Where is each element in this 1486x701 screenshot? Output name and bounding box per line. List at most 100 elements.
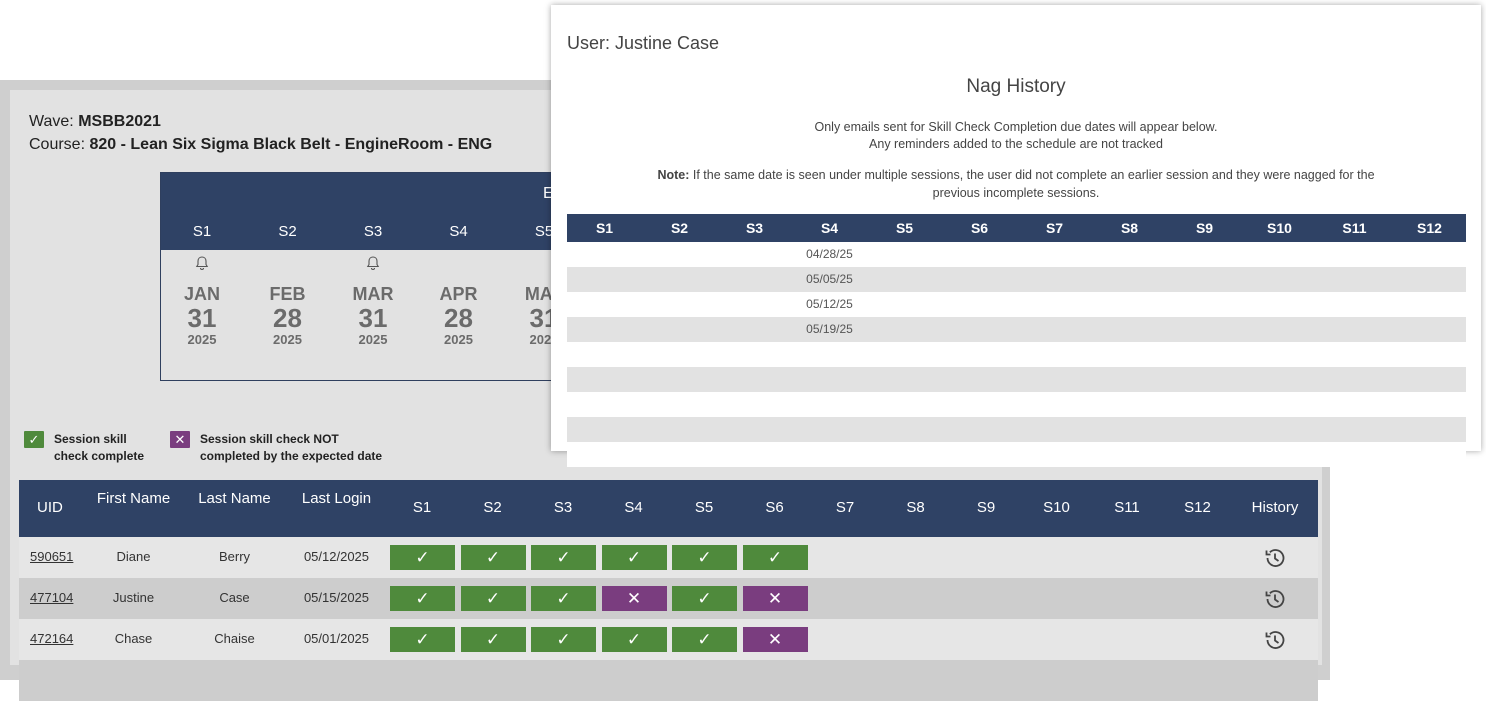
modal-note-continued: previous incomplete sessions. bbox=[932, 186, 1100, 200]
skill-check-complete[interactable]: ✓ bbox=[460, 545, 526, 570]
legend-not-complete-text: Session skill check NOT completed by the… bbox=[200, 432, 383, 463]
skill-check-complete[interactable]: ✓ bbox=[672, 545, 737, 570]
header-first-name[interactable]: First Name bbox=[96, 490, 171, 508]
calendar-year: 2025 bbox=[273, 332, 302, 347]
first-name: Chase bbox=[114, 631, 153, 646]
check-icon: ✓ bbox=[626, 630, 642, 649]
skill-check-complete[interactable]: ✓ bbox=[531, 545, 596, 570]
calendar-day: 28 bbox=[273, 303, 302, 333]
nag-row: 04/28/25 bbox=[567, 242, 1466, 267]
history-icon bbox=[1262, 549, 1288, 575]
nag-header-s3: S3 bbox=[745, 220, 764, 236]
modal-user: User: Justine Case bbox=[567, 33, 720, 53]
nag-row bbox=[567, 342, 1466, 367]
skill-check-complete[interactable]: ✓ bbox=[742, 545, 808, 570]
check-icon: ✓ bbox=[415, 630, 430, 649]
last-login: 05/15/2025 bbox=[303, 590, 370, 605]
calendar-session-s4: S4 bbox=[449, 223, 468, 240]
skill-check-complete[interactable]: ✓ bbox=[601, 545, 667, 570]
skill-check-complete[interactable]: ✓ bbox=[672, 586, 737, 611]
check-icon: ✓ bbox=[415, 589, 430, 608]
header-history: History bbox=[1251, 499, 1299, 516]
modal-title: Nag History bbox=[966, 76, 1066, 97]
skill-check-complete[interactable]: ✓ bbox=[531, 627, 596, 652]
skill-check-complete[interactable]: ✓ bbox=[601, 627, 667, 652]
header-session-s8[interactable]: S8 bbox=[881, 499, 951, 517]
skill-check-missed[interactable]: ✕ bbox=[601, 586, 667, 611]
course-line: Course: 820 - Lean Six Sigma Black Belt … bbox=[29, 136, 492, 154]
header-session-s2[interactable]: S2 bbox=[458, 499, 528, 517]
calendar-year: 2025 bbox=[358, 332, 388, 347]
nag-header-s11: S11 bbox=[1342, 220, 1367, 236]
header-uid[interactable]: UID bbox=[37, 499, 63, 517]
skill-check-complete[interactable]: ✓ bbox=[390, 545, 455, 570]
nag-history-modal: User: Justine Case Nag History Only emai… bbox=[551, 5, 1481, 467]
cross-icon: ✕ bbox=[767, 630, 783, 649]
calendar-month: MAR bbox=[352, 284, 394, 304]
uid-link[interactable]: 477104 bbox=[30, 590, 73, 605]
legend-complete-swatch: ✓ bbox=[24, 431, 44, 448]
skill-check-complete[interactable]: ✓ bbox=[531, 586, 596, 611]
calendar-month: JAN bbox=[183, 284, 220, 304]
nag-header-s10: S10 bbox=[1267, 220, 1292, 236]
header-session-s11[interactable]: S11 bbox=[1092, 499, 1162, 517]
history-button[interactable] bbox=[1262, 627, 1288, 653]
bell-icon[interactable] bbox=[333, 255, 413, 275]
check-icon: ✓ bbox=[556, 630, 571, 649]
check-icon: ✓ bbox=[626, 548, 642, 567]
wave-value: MSBB2021 bbox=[78, 113, 161, 130]
nag-row: 05/12/25 bbox=[567, 292, 1466, 317]
modal-info-line-1: Only emails sent for Skill Check Complet… bbox=[814, 120, 1218, 134]
skill-check-complete[interactable]: ✓ bbox=[390, 586, 455, 611]
nag-header-s4: S4 bbox=[820, 220, 839, 236]
nag-table-header: S1 S2 S3 S4 S5 S6 S7 S8 S9 S10 S11 S12 bbox=[567, 214, 1466, 242]
header-session-s4[interactable]: S4 bbox=[599, 499, 669, 517]
nag-header-s6: S6 bbox=[970, 220, 989, 236]
nag-header-s5: S5 bbox=[895, 220, 914, 236]
nag-row bbox=[567, 442, 1466, 467]
nag-date-s4: 05/19/25 bbox=[806, 322, 853, 336]
skill-check-missed[interactable]: ✕ bbox=[742, 627, 808, 652]
header-session-s6[interactable]: S6 bbox=[740, 499, 810, 517]
header-session-s5[interactable]: S5 bbox=[669, 499, 739, 517]
nag-header-s2: S2 bbox=[670, 220, 689, 236]
calendar-day: 31 bbox=[187, 303, 217, 333]
history-icon bbox=[1262, 590, 1288, 616]
check-icon: ✓ bbox=[485, 548, 501, 567]
check-icon: ✓ bbox=[485, 589, 501, 608]
header-last-login[interactable]: Last Login bbox=[299, 490, 374, 508]
modal-note-label: Note: bbox=[657, 168, 690, 182]
calendar-month: FEB bbox=[269, 284, 306, 304]
header-session-s9[interactable]: S9 bbox=[951, 499, 1021, 517]
first-name: Justine bbox=[112, 590, 155, 605]
table-row: 590651 Diane Berry 05/12/2025 ✓ ✓ ✓ ✓ ✓ ✓ bbox=[19, 537, 1318, 578]
skill-check-complete[interactable]: ✓ bbox=[672, 627, 737, 652]
uid-link[interactable]: 472164 bbox=[30, 631, 73, 646]
skill-check-complete[interactable]: ✓ bbox=[390, 627, 455, 652]
skill-check-complete[interactable]: ✓ bbox=[460, 627, 526, 652]
skill-check-missed[interactable]: ✕ bbox=[742, 586, 808, 611]
last-name: Berry bbox=[218, 549, 251, 564]
nag-header-s12: S12 bbox=[1417, 220, 1442, 236]
history-button[interactable] bbox=[1262, 545, 1288, 571]
header-session-s10[interactable]: S10 bbox=[1022, 499, 1092, 517]
nag-row bbox=[567, 392, 1466, 417]
history-button[interactable] bbox=[1262, 586, 1288, 612]
header-last-name[interactable]: Last Name bbox=[197, 490, 272, 508]
header-session-s1[interactable]: S1 bbox=[387, 499, 457, 517]
skill-check-complete[interactable]: ✓ bbox=[460, 586, 526, 611]
uid-link[interactable]: 590651 bbox=[30, 549, 73, 564]
calendar-day: 31 bbox=[358, 303, 388, 333]
legend-complete-text: Session skill check complete bbox=[54, 432, 145, 463]
header-session-s7[interactable]: S7 bbox=[810, 499, 880, 517]
header-session-s3[interactable]: S3 bbox=[528, 499, 598, 517]
nag-row: 05/05/25 bbox=[567, 267, 1466, 292]
header-session-s12[interactable]: S12 bbox=[1163, 499, 1233, 517]
nag-date-s4: 04/28/25 bbox=[806, 247, 853, 261]
bell-icon[interactable] bbox=[162, 255, 242, 275]
schedule-calendar: E S1 JAN 31 2025 S2 FEB 28 2025 S3 MAR 31 2025 S4 APR… bbox=[160, 172, 580, 381]
table-row: 477104 Justine Case 05/15/2025 ✓ ✓ ✓ ✕ ✓ ✕ bbox=[19, 578, 1318, 619]
modal-info-line-2: Any reminders added to the schedule are … bbox=[869, 137, 1163, 151]
nag-date-s4: 05/05/25 bbox=[806, 272, 853, 286]
last-login: 05/01/2025 bbox=[303, 631, 370, 646]
